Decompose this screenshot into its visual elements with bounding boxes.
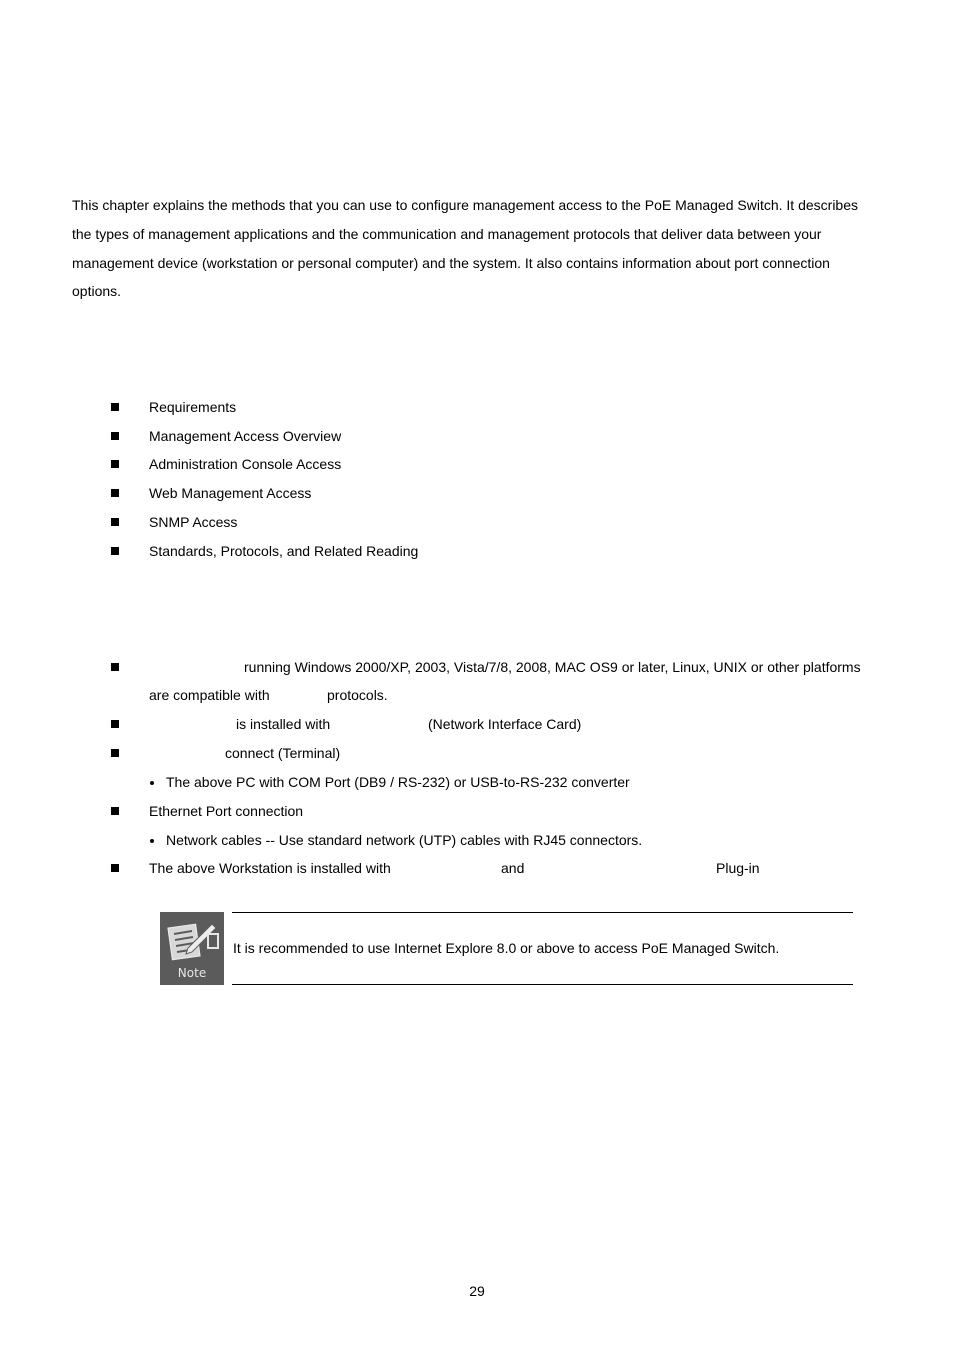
requirement-text: and [501,860,525,876]
requirement-text: running Windows 2000/XP, 2003, Vista/7/8… [244,659,861,675]
requirement-subitem: The above PC with COM Port (DB9 / RS-232… [166,774,630,790]
list-item: Management Access Overview [149,428,342,444]
note-pencil-icon: Note [160,912,224,985]
note-icon-label: Note [177,966,207,980]
requirement-subitem: Network cables -- Use standard network (… [166,832,643,848]
square-bullet-icon [111,864,119,872]
intro-line: options. [72,283,122,299]
requirement-text: The above Workstation is installed with [149,860,391,876]
round-bullet-icon [150,781,154,785]
round-bullet-icon [150,839,154,843]
square-bullet-icon [111,460,119,468]
list-item: Web Management Access [149,485,312,501]
square-bullet-icon [111,807,119,815]
list-item: SNMP Access [149,514,238,530]
requirement-text: protocols. [327,687,388,703]
requirement-text: is installed with [236,716,331,732]
square-bullet-icon [111,489,119,497]
square-bullet-icon [111,518,119,526]
requirement-text: are compatible with [149,687,270,703]
requirement-text: connect (Terminal) [225,745,341,761]
notepad-pencil-icon [167,923,219,961]
page-number: 29 [469,1283,485,1299]
square-bullet-icon [111,663,119,671]
square-bullet-icon [111,547,119,555]
square-bullet-icon [111,749,119,757]
note-text: It is recommended to use Internet Explor… [233,940,780,956]
note-bottom-rule [232,984,853,985]
square-bullet-icon [111,432,119,440]
square-bullet-icon [111,403,119,411]
intro-line: This chapter explains the methods that y… [72,197,858,213]
requirement-text: Ethernet Port connection [149,803,304,819]
square-bullet-icon [111,720,119,728]
note-top-rule [232,912,853,913]
requirement-text: (Network Interface Card) [428,716,582,732]
list-item: Standards, Protocols, and Related Readin… [149,543,419,559]
list-item: Administration Console Access [149,456,342,472]
intro-line: management device (workstation or person… [72,255,830,271]
list-item: Requirements [149,399,237,415]
intro-line: the types of management applications and… [72,226,822,242]
requirement-text: Plug-in [716,860,760,876]
